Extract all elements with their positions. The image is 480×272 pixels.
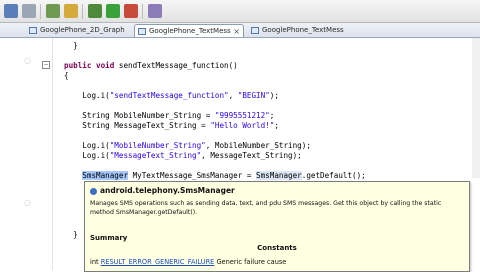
javadoc-tooltip: android.telephony.SmsManager Manages SMS…: [84, 181, 470, 272]
toolbar-separator: [40, 4, 41, 19]
new-icon[interactable]: [46, 4, 60, 18]
code-line: {: [64, 71, 69, 80]
code-line: Log.i("sendTextMessage_function", "BEGIN…: [82, 91, 279, 100]
code-line: }: [73, 230, 78, 239]
editor-tab-bar: GooglePhone_2D_Graph GooglePhone_TextMes…: [0, 23, 480, 38]
tooltip-title: android.telephony.SmsManager: [90, 186, 235, 195]
code-line: public void sendTextMessage_function(): [64, 61, 238, 70]
java-file-icon: [29, 27, 37, 34]
constant-row: int RESULT_ERROR_GENERIC_FAILURE Generic…: [90, 258, 286, 266]
class-icon: [90, 187, 97, 195]
toolbar-separator: [82, 4, 83, 19]
fold-icon[interactable]: −: [42, 61, 50, 69]
tooltip-description: Manages SMS operations such as sending d…: [90, 200, 442, 216]
constant-link[interactable]: RESULT_ERROR_GENERIC_FAILURE: [101, 258, 215, 266]
toolbar: [0, 0, 480, 23]
constant-description: Generic failure cause: [216, 258, 287, 266]
close-icon[interactable]: ×: [233, 25, 240, 38]
code-line: String MessageText_String = "Hello World…: [82, 121, 279, 130]
highlighted-occurrence[interactable]: SmsManager: [256, 171, 302, 180]
gutter-marker: ○: [24, 56, 31, 65]
selected-text[interactable]: SmsManager: [82, 171, 129, 180]
stop-icon[interactable]: [124, 4, 138, 18]
run-icon[interactable]: [106, 4, 120, 18]
toolbar-separator: [142, 4, 143, 19]
code-line-current: SmsManager MyTextMessage_SmsManager = Sm…: [82, 171, 366, 180]
tab-label: GooglePhone_2D_Graph: [40, 26, 125, 34]
print-icon[interactable]: [22, 4, 36, 18]
tab-label: GooglePhone_TextMess: [262, 26, 344, 34]
java-file-icon: [138, 28, 146, 35]
constant-type: int: [90, 258, 99, 266]
open-icon[interactable]: [64, 4, 78, 18]
line-gutter: ○ − ○: [0, 38, 53, 270]
tab-googlephone-textmess[interactable]: GooglePhone_TextMess: [248, 24, 358, 37]
save-icon[interactable]: [4, 4, 18, 18]
tab-label: GooglePhone_TextMess: [149, 27, 231, 35]
tab-googlephone-textmess-active[interactable]: GooglePhone_TextMess ×: [134, 24, 244, 37]
code-line: Log.i("MessageText_String", MessageText_…: [82, 151, 302, 160]
constants-heading: Constants: [257, 244, 297, 252]
code-line: }: [73, 41, 78, 50]
search-icon[interactable]: [148, 4, 162, 18]
gutter-marker: ○: [24, 198, 31, 207]
java-file-icon: [251, 27, 259, 34]
debug-icon[interactable]: [88, 4, 102, 18]
tab-googlephone-2d-graph[interactable]: GooglePhone_2D_Graph: [26, 24, 132, 37]
summary-heading: Summary: [90, 234, 128, 242]
